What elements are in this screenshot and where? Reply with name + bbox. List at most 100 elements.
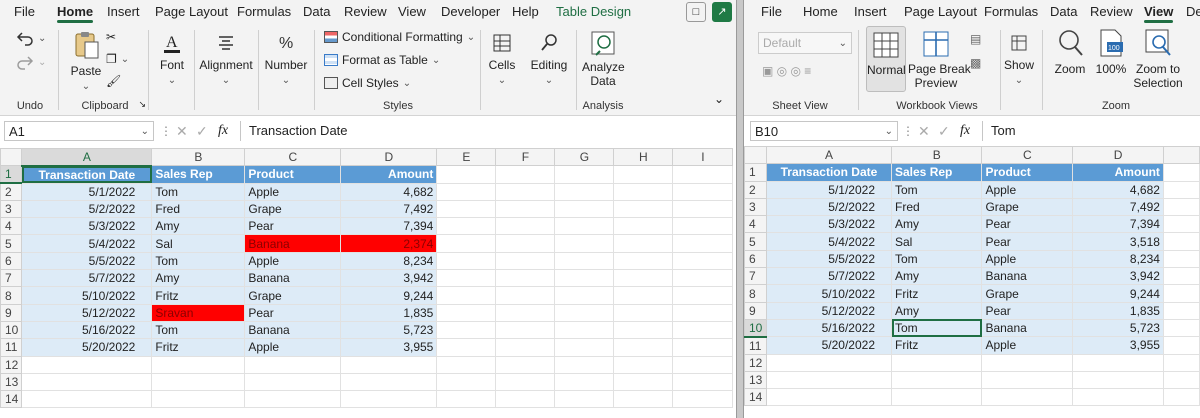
cell[interactable]: Grape xyxy=(244,286,342,305)
sheet-view-dropdown[interactable]: Default ⌄ xyxy=(758,32,852,54)
empty-cell[interactable] xyxy=(495,372,556,392)
empty-cell[interactable] xyxy=(1072,370,1164,390)
empty-cell[interactable] xyxy=(495,217,556,236)
redo-button[interactable]: ⌄ xyxy=(16,54,46,70)
cell[interactable]: Banana xyxy=(244,234,342,253)
empty-cell[interactable] xyxy=(436,286,497,305)
format-as-table-button[interactable]: Format as Table ⌄ xyxy=(324,53,440,67)
empty-cell[interactable] xyxy=(672,251,734,271)
cell[interactable]: 7,492 xyxy=(1072,197,1164,217)
empty-cell[interactable] xyxy=(981,388,1074,407)
cell[interactable]: Fritz xyxy=(151,338,246,357)
keep-icon[interactable]: ▣ ◎ ◎ ≡ xyxy=(762,64,811,78)
cell[interactable]: Apple xyxy=(244,182,342,201)
row-header[interactable]: 6 xyxy=(744,249,767,269)
empty-cell[interactable] xyxy=(151,355,246,374)
formula-input[interactable]: Tom xyxy=(982,121,1200,141)
empty-cell[interactable] xyxy=(613,372,674,392)
row-header[interactable]: 13 xyxy=(744,370,767,390)
empty-cell[interactable] xyxy=(672,217,734,236)
empty-cell[interactable] xyxy=(672,165,734,184)
empty-cell[interactable] xyxy=(340,390,438,409)
empty-cell[interactable] xyxy=(613,355,674,374)
empty-cell[interactable] xyxy=(613,303,674,322)
tab-file[interactable]: File xyxy=(761,4,782,19)
copy-icon[interactable]: ❐ ⌄ xyxy=(106,52,129,66)
empty-cell[interactable] xyxy=(672,303,734,322)
comments-icon[interactable]: □ xyxy=(686,2,706,22)
cell[interactable]: 5,723 xyxy=(340,320,438,340)
row-header[interactable]: 4 xyxy=(0,217,23,236)
column-header-i[interactable]: I xyxy=(672,147,734,167)
share-icon[interactable]: ↗ xyxy=(712,2,732,22)
cell[interactable]: Sal xyxy=(890,232,983,251)
select-all-corner[interactable] xyxy=(744,145,767,165)
table-header-cell[interactable]: Transaction Date xyxy=(765,163,893,182)
row-header[interactable]: 14 xyxy=(744,388,767,407)
cell[interactable]: 5/1/2022 xyxy=(765,180,893,199)
empty-cell[interactable] xyxy=(1162,388,1200,407)
empty-cell[interactable] xyxy=(672,234,734,253)
empty-cell[interactable] xyxy=(436,251,497,271)
cell[interactable]: Apple xyxy=(981,180,1074,199)
cell[interactable]: Banana xyxy=(244,320,342,340)
cell[interactable]: 4,682 xyxy=(1072,180,1164,199)
cell[interactable]: Sal xyxy=(151,234,246,253)
empty-cell[interactable] xyxy=(613,269,674,288)
row-header[interactable]: 9 xyxy=(0,303,23,322)
empty-cell[interactable] xyxy=(613,234,674,253)
cell[interactable]: 8,234 xyxy=(340,251,438,271)
cell[interactable]: Tom xyxy=(890,318,983,338)
cell[interactable]: Fritz xyxy=(890,284,983,303)
empty-cell[interactable] xyxy=(672,320,734,340)
row-header[interactable]: 8 xyxy=(744,284,767,303)
empty-cell[interactable] xyxy=(554,320,615,340)
empty-cell[interactable] xyxy=(1162,284,1200,303)
cell[interactable]: Fritz xyxy=(151,286,246,305)
cell[interactable]: 5/2/2022 xyxy=(21,199,153,219)
normal-view-button[interactable]: Normal xyxy=(866,26,906,92)
tab-home[interactable]: Home xyxy=(803,4,838,19)
format-painter-icon[interactable]: 🖌 xyxy=(106,74,121,88)
empty-cell[interactable] xyxy=(613,199,674,219)
empty-cell[interactable] xyxy=(436,217,497,236)
cell[interactable]: Amy xyxy=(890,267,983,286)
cells-button[interactable]: Cells ⌄ xyxy=(484,32,520,88)
row-header[interactable]: 5 xyxy=(0,234,23,253)
empty-cell[interactable] xyxy=(151,390,246,409)
cancel-icon[interactable]: ✕ xyxy=(176,123,188,140)
empty-cell[interactable] xyxy=(765,370,893,390)
clipboard-launcher-icon[interactable]: ↘ xyxy=(138,99,146,110)
empty-cell[interactable] xyxy=(340,355,438,374)
name-box[interactable]: A1 ⌄ xyxy=(4,121,154,141)
empty-cell[interactable] xyxy=(672,355,734,374)
page-break-preview-button[interactable]: Page Break Preview xyxy=(908,30,971,90)
empty-cell[interactable] xyxy=(495,390,556,409)
tab-home[interactable]: Home xyxy=(57,4,94,23)
table-header-cell[interactable]: Sales Rep xyxy=(890,163,983,182)
cell[interactable]: 5/3/2022 xyxy=(21,217,153,236)
empty-cell[interactable] xyxy=(613,217,674,236)
cell[interactable]: 7,394 xyxy=(1072,215,1164,234)
row-header[interactable]: 7 xyxy=(744,267,767,286)
empty-cell[interactable] xyxy=(765,388,893,407)
tab-help[interactable]: Help xyxy=(512,4,539,19)
empty-cell[interactable] xyxy=(765,353,893,372)
empty-cell[interactable] xyxy=(1072,388,1164,407)
row-header[interactable]: 1 xyxy=(0,165,23,185)
row-header[interactable]: 2 xyxy=(0,182,23,201)
empty-cell[interactable] xyxy=(1162,336,1200,355)
formula-bar-options-icon[interactable]: ⋮ xyxy=(160,124,172,138)
empty-cell[interactable] xyxy=(890,388,983,407)
row-header[interactable]: 9 xyxy=(744,301,767,320)
tab-view[interactable]: View xyxy=(1144,4,1174,23)
cell[interactable]: 3,942 xyxy=(340,269,438,288)
empty-cell[interactable] xyxy=(613,165,674,184)
tab-file[interactable]: File xyxy=(14,4,35,19)
empty-cell[interactable] xyxy=(1162,163,1200,182)
cell[interactable]: Tom xyxy=(151,251,246,271)
enter-icon[interactable]: ✓ xyxy=(938,123,950,140)
show-button[interactable]: Show ⌄ xyxy=(1002,32,1036,88)
cell[interactable]: Banana xyxy=(244,269,342,288)
empty-cell[interactable] xyxy=(495,320,556,340)
